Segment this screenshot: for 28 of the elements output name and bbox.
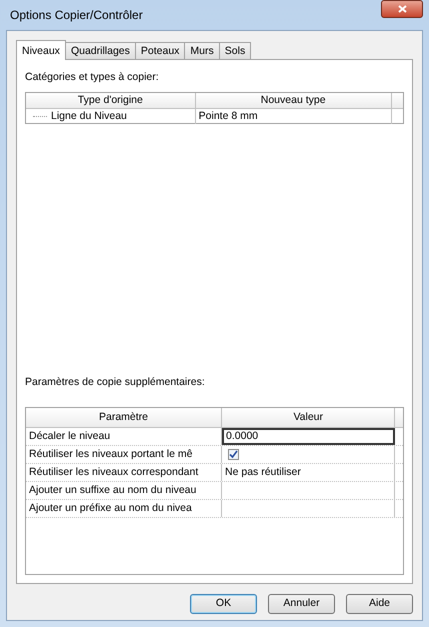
column-header: Valeur: [222, 408, 396, 427]
column-header: Type d'origine: [26, 92, 196, 108]
dialog-button[interactable]: Annuler: [268, 594, 335, 614]
tab[interactable]: Quadrillages: [64, 42, 136, 59]
window-title: Options Copier/Contrôler: [10, 7, 143, 24]
tab[interactable]: Niveaux: [16, 40, 66, 60]
column-header: Paramètre: [26, 408, 222, 427]
checkbox[interactable]: [228, 449, 240, 460]
tab[interactable]: Poteaux: [134, 42, 186, 59]
section-label: Catégories et types à copier:: [25, 70, 160, 85]
table-cell: Ajouter un suffixe au nom du niveau: [26, 482, 222, 499]
table-cell: Réutiliser les niveaux correspondant: [26, 464, 222, 481]
table-cell: Ligne du Niveau: [51, 109, 127, 124]
close-icon: [398, 5, 406, 13]
section-label: Paramètres de copie supplémentaires:: [25, 375, 206, 390]
table-cell: Ajouter un préfixe au nom du nivea: [26, 500, 222, 517]
dialog-button[interactable]: OK: [190, 594, 257, 614]
tab[interactable]: Murs: [184, 42, 220, 59]
dialog-button[interactable]: Aide: [346, 594, 413, 614]
table-cell: Ne pas réutiliser: [222, 464, 396, 481]
value-field[interactable]: 0.0000: [222, 428, 396, 445]
close-button[interactable]: [381, 0, 423, 18]
column-header: Nouveau type: [196, 92, 392, 108]
tree-line: [33, 116, 47, 117]
table-cell: Décaler le niveau: [26, 428, 222, 445]
tab[interactable]: Sols: [218, 42, 252, 59]
table-cell: Réutiliser les niveaux portant le mê: [26, 446, 222, 463]
table-cell: Pointe 8 mm: [196, 108, 392, 124]
